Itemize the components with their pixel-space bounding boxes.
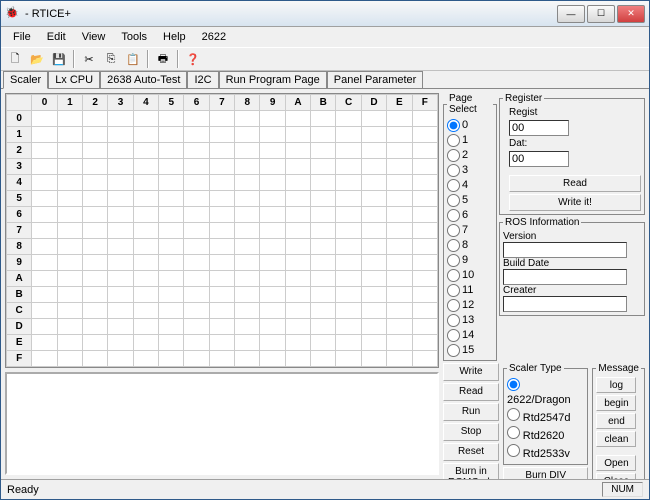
tab-scaler[interactable]: Scaler [3, 71, 48, 89]
page-radio-4[interactable]: 4 [447, 178, 474, 192]
ros-creater-input[interactable] [503, 296, 627, 312]
scalertype-opt1[interactable]: Rtd2547d [507, 407, 584, 425]
ros-build-label: Build Date [503, 258, 641, 269]
regist-label: Regist [509, 107, 641, 118]
log-button[interactable]: log [596, 377, 636, 393]
status-num: NUM [602, 482, 643, 497]
menu-extra[interactable]: 2622 [194, 29, 234, 45]
begin-button[interactable]: begin [596, 395, 636, 411]
end-button[interactable]: end [596, 413, 636, 429]
tab-panelparam[interactable]: Panel Parameter [327, 71, 424, 88]
page-select-radios[interactable]: 0 1 2 3 4 5 6 7 8 9 10 11 12 13 14 15 [447, 118, 474, 357]
ros-build-input[interactable] [503, 269, 627, 285]
scalertype-opt0[interactable]: 2622/Dragon [507, 377, 584, 407]
minimize-button[interactable]: — [557, 5, 585, 23]
toolbar: 🗋 📂 💾 ✂ ⎘ 📋 🖶 ❓ [1, 47, 649, 71]
page-radio-2[interactable]: 2 [447, 148, 474, 162]
dat-input[interactable] [509, 151, 569, 167]
page-radio-11[interactable]: 11 [447, 283, 474, 297]
reg-read-button[interactable]: Read [509, 175, 641, 192]
page-radio-5[interactable]: 5 [447, 193, 474, 207]
scalertype-opt2[interactable]: Rtd2620 [507, 425, 584, 443]
burn-div-button[interactable]: Burn DIV image [503, 467, 588, 479]
log-area[interactable] [5, 372, 439, 475]
status-ready: Ready [7, 484, 39, 496]
menu-edit[interactable]: Edit [39, 29, 74, 45]
tab-i2c[interactable]: I2C [187, 71, 218, 88]
page-radio-9[interactable]: 9 [447, 253, 474, 267]
print-icon[interactable]: 🖶 [153, 49, 173, 69]
message-legend: Message [596, 363, 641, 374]
register-grid[interactable]: 0123456789ABCDEF0123456789ABCDEF [5, 93, 439, 368]
ros-creater-label: Creater [503, 285, 641, 296]
run-button[interactable]: Run [443, 403, 499, 421]
page-radio-6[interactable]: 6 [447, 208, 474, 222]
reg-write-button[interactable]: Write it! [509, 194, 641, 211]
menubar: File Edit View Tools Help 2622 [1, 27, 649, 47]
page-radio-15[interactable]: 15 [447, 343, 474, 357]
menu-help[interactable]: Help [155, 29, 194, 45]
copy-icon[interactable]: ⎘ [101, 49, 121, 69]
ros-version-label: Version [503, 231, 641, 242]
scalertype-opt3[interactable]: Rtd2533v [507, 443, 584, 461]
scalertype-legend: Scaler Type [507, 363, 564, 374]
app-icon: 🐞 [5, 6, 21, 22]
menu-file[interactable]: File [5, 29, 39, 45]
burn-rom-button[interactable]: Burn in ROMCode [443, 463, 499, 479]
page-radio-13[interactable]: 13 [447, 313, 474, 327]
page-radio-3[interactable]: 3 [447, 163, 474, 177]
clean-button[interactable]: clean [596, 431, 636, 447]
page-radio-14[interactable]: 14 [447, 328, 474, 342]
reset-button[interactable]: Reset [443, 443, 499, 461]
tabstrip: Scaler Lx CPU 2638 Auto-Test I2C Run Pro… [1, 71, 649, 89]
cut-icon[interactable]: ✂ [79, 49, 99, 69]
page-radio-8[interactable]: 8 [447, 238, 474, 252]
maximize-button[interactable]: ☐ [587, 5, 615, 23]
dat-label: Dat: [509, 138, 641, 149]
window-title: - RTICE+ [25, 8, 557, 20]
tab-autotest[interactable]: 2638 Auto-Test [100, 71, 187, 88]
read-button[interactable]: Read [443, 383, 499, 401]
tab-lxcpu[interactable]: Lx CPU [48, 71, 100, 88]
save-icon[interactable]: 💾 [49, 49, 69, 69]
menu-view[interactable]: View [74, 29, 114, 45]
page-radio-10[interactable]: 10 [447, 268, 474, 282]
open-button[interactable]: Open [596, 455, 636, 471]
ros-legend: ROS Information [503, 217, 581, 228]
paste-icon[interactable]: 📋 [123, 49, 143, 69]
page-radio-1[interactable]: 1 [447, 133, 474, 147]
tab-runprog[interactable]: Run Program Page [219, 71, 327, 88]
register-legend: Register [503, 93, 544, 104]
page-select-legend: Page Select [447, 93, 493, 115]
open-icon[interactable]: 📂 [27, 49, 47, 69]
help-icon[interactable]: ❓ [183, 49, 203, 69]
regist-input[interactable] [509, 120, 569, 136]
page-radio-12[interactable]: 12 [447, 298, 474, 312]
ros-version-input[interactable] [503, 242, 627, 258]
new-icon[interactable]: 🗋 [5, 49, 25, 69]
page-radio-0[interactable]: 0 [447, 118, 474, 132]
page-radio-7[interactable]: 7 [447, 223, 474, 237]
write-button[interactable]: Write [443, 363, 499, 381]
menu-tools[interactable]: Tools [113, 29, 155, 45]
close-button[interactable]: ✕ [617, 5, 645, 23]
stop-button[interactable]: Stop [443, 423, 499, 441]
